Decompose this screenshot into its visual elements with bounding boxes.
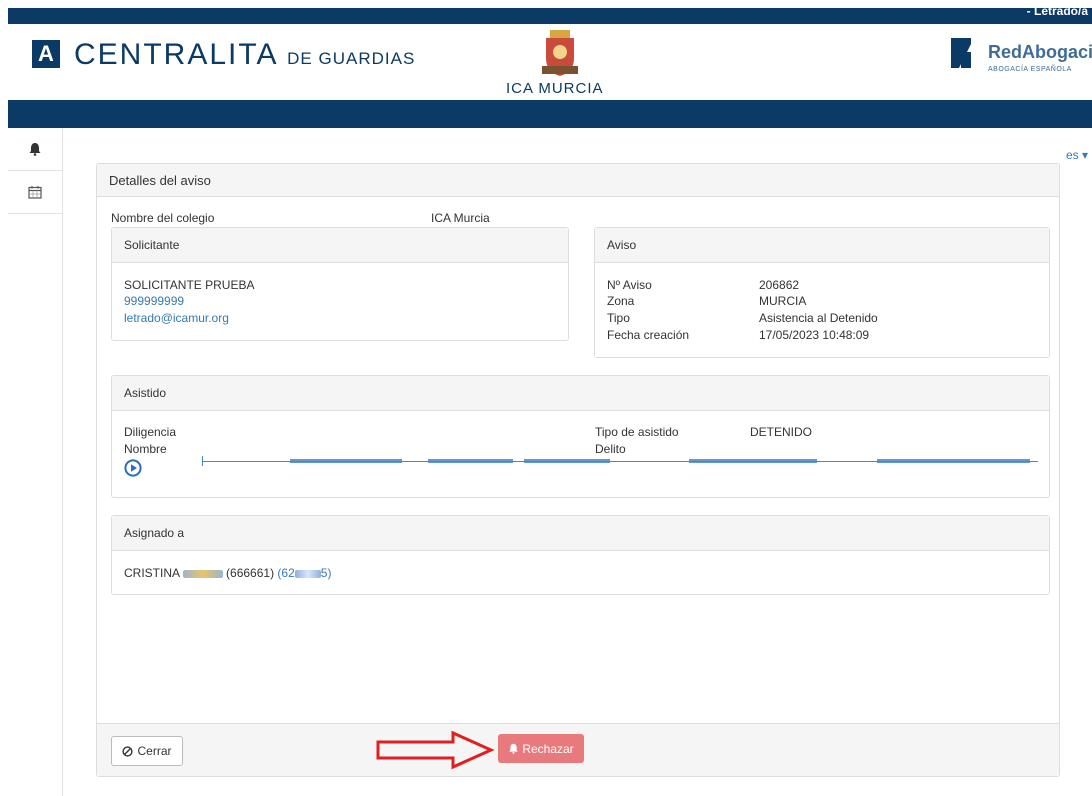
panel-footer: Cerrar Rechazar [97,723,1059,776]
brand-title: CENTRALITA DE GUARDIAS [74,38,415,72]
arrow-right-icon [376,730,495,770]
reject-button[interactable]: Rechazar [498,734,584,763]
colegio-label: Nombre del colegio [111,211,215,225]
redacted-surname [182,569,223,578]
crest-icon [542,30,578,76]
solicitante-phone-link[interactable]: 999999999 [124,294,184,308]
bell-icon [509,743,519,754]
asignado-phone-suffix: 5) [320,566,332,580]
top-bar: - Letrado/a [8,4,1092,24]
aviso-fecha-value: 17/05/2023 10:48:09 [759,328,870,342]
redacted-phone [294,569,321,578]
asignado-line: CRISTINA (666661) (62 5) [124,566,331,580]
reject-button-label: Rechazar [522,741,574,756]
nav-band [8,100,1092,128]
solicitante-name: SOLICITANTE PRUEBA [124,278,255,292]
asignado-heading: Asignado a [112,516,1049,551]
diligencia-label: Diligencia [124,425,177,439]
asignado-phone-prefix: (62 [277,566,295,580]
redabogacia-logo-icon [951,38,971,68]
close-button-label: Cerrar [137,744,172,758]
asignado-name: CRISTINA [124,566,180,580]
aviso-zona-value: MURCIA [759,294,807,308]
ban-icon [122,745,134,757]
partner-subtitle: ABOGACÍA ESPAÑOLA [988,66,1072,73]
close-button[interactable]: Cerrar [111,736,183,766]
aviso-tipo-label: Tipo [607,311,630,325]
sidebar-item-notifications[interactable] [8,128,62,171]
colegio-value: ICA Murcia [431,211,490,225]
language-selector[interactable]: es ▾ [1066,148,1088,162]
aviso-tipo-value: Asistencia al Detenido [759,311,878,325]
asignado-code: (666661) [226,566,275,580]
solicitante-heading: Solicitante [112,228,568,263]
delito-label: Delito [595,442,626,456]
panel-title: Detalles del aviso [97,164,1059,197]
sidebar-item-calendar[interactable] [8,171,62,214]
brand-main: CENTRALITA [74,38,277,71]
caret-down-icon: ▾ [1081,148,1088,162]
solicitante-card: Solicitante SOLICITANTE PRUEBA 999999999… [111,227,569,341]
asignado-phone-link[interactable]: (62 5) [277,566,331,580]
nombre-label: Nombre [124,442,167,456]
asignado-card: Asignado a CRISTINA (666661) (62 5) [111,515,1050,595]
asistido-card: Asistido Diligencia Nombre Tipo de asist… [111,375,1050,498]
tipo-asistido-value: DETENIDO [750,425,813,439]
play-icon[interactable] [124,459,142,477]
asistido-heading: Asistido [112,376,1049,411]
sidebar [8,128,63,796]
aviso-fecha-label: Fecha creación [607,328,690,342]
ica-label: ICA MURCIA [506,80,604,97]
audio-waveform[interactable] [202,456,1038,468]
aviso-zona-label: Zona [607,294,635,308]
details-panel: Detalles del aviso Nombre del colegio IC… [96,163,1060,777]
calendar-icon [28,186,42,199]
aviso-number-value: 206862 [759,278,800,292]
aviso-heading: Aviso [595,228,1049,263]
user-label[interactable]: - Letrado/a [1027,4,1088,18]
brand-sub: DE GUARDIAS [287,49,416,68]
aviso-number-label: Nº Aviso [607,278,652,292]
solicitante-email-link[interactable]: letrado@icamur.org [124,311,229,325]
language-label: es [1065,148,1079,162]
partner-name: RedAbogacia [988,42,1092,62]
aviso-card: Aviso Nº Aviso 206862 Zona MURCIA Tipo A… [594,227,1050,358]
bell-icon [29,143,41,156]
tipo-asistido-label: Tipo de asistido [595,425,679,439]
app-logo: A [32,40,60,68]
app-header: A CENTRALITA DE GUARDIAS ICA MURCIA RedA… [8,24,1092,100]
